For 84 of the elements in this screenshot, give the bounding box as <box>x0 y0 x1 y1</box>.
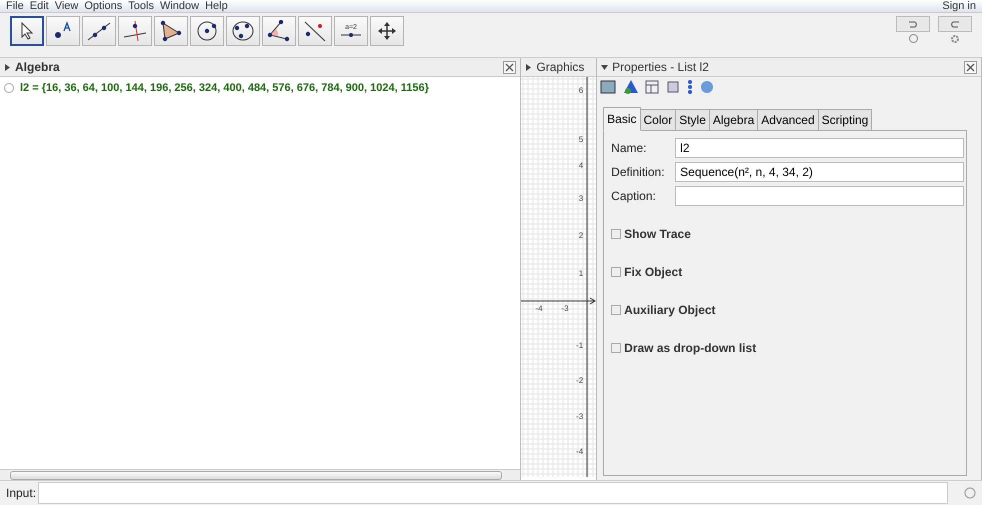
undo-icon <box>908 20 918 28</box>
redo-button[interactable] <box>938 16 972 32</box>
tool-button[interactable] <box>154 16 188 46</box>
tool-button[interactable] <box>10 16 44 46</box>
tab[interactable]: Style <box>675 109 710 131</box>
checkbox-label: Draw as drop-down list <box>624 341 756 355</box>
graphics-icon[interactable] <box>665 79 682 95</box>
field-label: Definition: <box>611 165 666 179</box>
tool-button[interactable] <box>118 16 152 46</box>
help-icon[interactable] <box>908 34 918 43</box>
checkbox-label: Show Trace <box>624 227 691 241</box>
panel-title[interactable]: Algebra <box>4 60 60 74</box>
axis-label: 3 <box>578 194 584 203</box>
perpendicular-lines-icon <box>123 20 147 42</box>
checkbox[interactable] <box>611 343 622 353</box>
settings-icon[interactable] <box>950 34 960 44</box>
menu-item[interactable]: Edit <box>30 1 49 12</box>
arrow-icon <box>20 22 34 40</box>
checkbox[interactable] <box>611 267 622 277</box>
text-field[interactable]: l2 <box>675 138 964 158</box>
undo-button[interactable] <box>896 16 930 32</box>
text-field[interactable]: Sequence(n², n, 4, 34, 2) <box>675 162 964 182</box>
axis-label: 2 <box>578 231 584 240</box>
field-label: Name: <box>611 141 648 155</box>
menu-item[interactable]: Options <box>84 1 122 12</box>
tab[interactable]: Algebra <box>708 109 758 131</box>
input-label: Input: <box>6 486 36 500</box>
expand-icon <box>4 64 11 70</box>
tab[interactable]: Color <box>640 109 676 131</box>
panel-title[interactable]: Graphics <box>525 60 584 74</box>
object-icon[interactable] <box>599 79 618 95</box>
axis-label: 6 <box>578 86 584 95</box>
field-label: Caption: <box>611 189 657 203</box>
algebra-entry[interactable]: l2 = {16, 36, 64, 100, 144, 196, 256, 324, 400, 484, 576, 676, 784, 900, 1024, 1156} <box>20 82 429 94</box>
expand-icon <box>525 64 532 70</box>
layout-icon[interactable] <box>645 80 660 94</box>
axis-label: 1 <box>578 269 584 278</box>
scrollbar-thumb[interactable] <box>10 470 502 480</box>
close-button[interactable] <box>964 60 977 74</box>
input-field[interactable] <box>38 482 948 504</box>
collapse-icon <box>601 64 608 70</box>
axis-label: -3 <box>576 412 584 421</box>
checkbox[interactable] <box>611 229 622 239</box>
axis-label: 4 <box>578 161 584 170</box>
move-arrows-icon <box>378 22 396 40</box>
axis-label: 5 <box>578 135 584 144</box>
checkbox-label: Auxiliary Object <box>624 303 716 317</box>
circle-icon <box>196 20 218 42</box>
triangle-icon <box>159 20 183 42</box>
redo-icon <box>950 20 960 28</box>
tool-button[interactable] <box>370 16 404 46</box>
checkbox[interactable] <box>611 305 622 315</box>
menu-item[interactable]: Window <box>160 1 200 12</box>
menu-item[interactable]: View <box>54 1 78 12</box>
menu-item[interactable]: File <box>6 1 24 12</box>
menu-item[interactable]: Help <box>205 1 228 12</box>
shapes-icon[interactable] <box>623 79 640 95</box>
line-icon <box>87 21 111 41</box>
tab[interactable]: Advanced <box>757 109 819 131</box>
visibility-toggle[interactable] <box>4 83 14 93</box>
tool-button[interactable] <box>82 16 116 46</box>
tool-button[interactable] <box>46 16 80 46</box>
panel-title[interactable]: Properties - List l2 <box>601 60 709 74</box>
ellipse-icon <box>231 20 255 42</box>
angle-icon <box>267 20 291 42</box>
sign-in-link[interactable]: Sign in <box>942 1 976 12</box>
axis-label: -4 <box>576 447 584 456</box>
tool-button[interactable] <box>226 16 260 46</box>
text-field[interactable] <box>675 186 964 206</box>
checkbox-label: Fix Object <box>624 265 682 279</box>
tool-button[interactable] <box>298 16 332 46</box>
axis-label: -3 <box>561 304 569 313</box>
tab[interactable]: Basic <box>603 107 641 131</box>
close-button[interactable] <box>503 60 516 74</box>
tool-button[interactable] <box>190 16 224 46</box>
reflect-line-icon <box>303 20 327 42</box>
dots-icon[interactable] <box>687 79 694 95</box>
axis-label: -2 <box>576 376 584 385</box>
axis-label: -1 <box>576 341 584 350</box>
globe-icon[interactable] <box>699 79 716 95</box>
tool-button[interactable] <box>262 16 296 46</box>
axis-label: -4 <box>535 304 543 313</box>
menu-item[interactable]: Tools <box>128 1 154 12</box>
tab[interactable]: Scripting <box>818 109 872 131</box>
